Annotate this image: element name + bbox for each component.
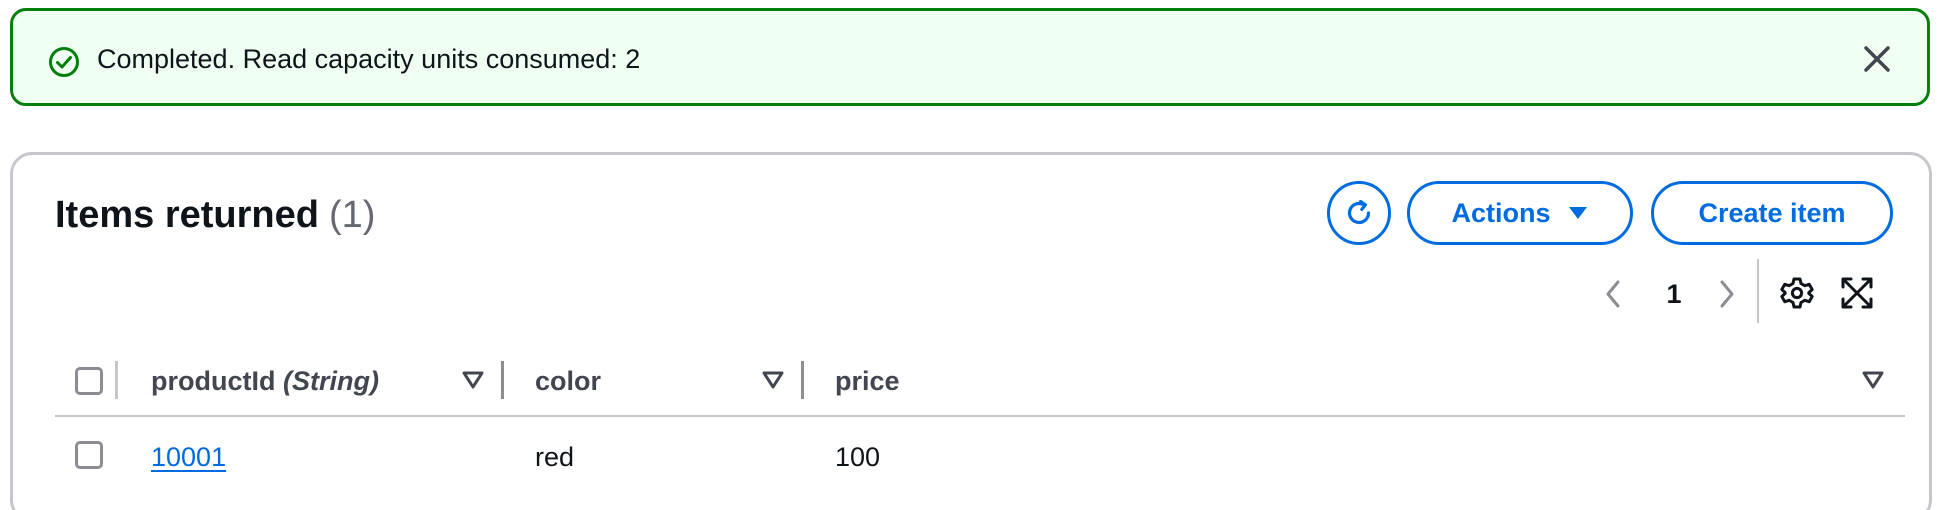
column-header-price[interactable]: price bbox=[835, 363, 900, 399]
previous-page-button[interactable] bbox=[1599, 273, 1627, 315]
refresh-button[interactable] bbox=[1327, 181, 1391, 245]
pagination-divider bbox=[1757, 259, 1759, 323]
heading-title: Items returned bbox=[55, 194, 319, 236]
create-item-button[interactable]: Create item bbox=[1651, 181, 1893, 245]
preferences-button[interactable] bbox=[1777, 273, 1817, 313]
items-returned-heading: Items returned (1) bbox=[55, 191, 375, 239]
angle-right-icon bbox=[1713, 280, 1741, 318]
caret-down-icon bbox=[1567, 198, 1589, 229]
filter-color-button[interactable] bbox=[761, 369, 785, 391]
dismiss-button[interactable] bbox=[1857, 39, 1897, 79]
column-divider bbox=[115, 361, 118, 399]
select-all-checkbox[interactable] bbox=[75, 367, 103, 395]
actions-label: Actions bbox=[1451, 197, 1551, 228]
gear-icon bbox=[1777, 277, 1817, 316]
heading-count: (1) bbox=[328, 194, 376, 236]
dynamodb-explore-items-page: Completed. Read capacity units consumed:… bbox=[0, 0, 1956, 510]
filter-productid-button[interactable] bbox=[461, 369, 485, 391]
column-resizer[interactable] bbox=[501, 361, 504, 399]
full-screen-button[interactable] bbox=[1837, 273, 1877, 313]
column-name: productId bbox=[151, 366, 276, 396]
page-1-button[interactable]: 1 bbox=[1649, 273, 1699, 315]
flash-message: Completed. Read capacity units consumed:… bbox=[97, 44, 641, 74]
angle-left-icon bbox=[1599, 280, 1627, 318]
column-header-productid[interactable]: productId (String) bbox=[151, 363, 379, 399]
status-success-icon bbox=[47, 45, 81, 79]
table-header: productId (String) color price bbox=[55, 349, 1905, 417]
filter-triangle-icon bbox=[461, 371, 485, 394]
items-returned-container: Items returned (1) Actions Create item 1… bbox=[10, 152, 1932, 510]
next-page-button[interactable] bbox=[1713, 273, 1741, 315]
table-row: 10001 red 100 bbox=[55, 417, 1905, 497]
success-flashbar: Completed. Read capacity units consumed:… bbox=[10, 8, 1930, 106]
column-header-color[interactable]: color bbox=[535, 363, 601, 399]
color-cell: red bbox=[535, 442, 575, 472]
price-cell: 100 bbox=[835, 442, 881, 472]
filter-price-button[interactable] bbox=[1861, 369, 1885, 391]
filter-triangle-icon bbox=[761, 371, 785, 394]
actions-dropdown-button[interactable]: Actions bbox=[1407, 181, 1633, 245]
filter-triangle-icon bbox=[1861, 371, 1885, 394]
close-icon bbox=[1857, 46, 1897, 82]
expand-icon bbox=[1837, 277, 1877, 316]
column-type: (String) bbox=[283, 366, 379, 396]
row-select-checkbox[interactable] bbox=[75, 441, 103, 469]
productid-link[interactable]: 10001 bbox=[151, 439, 226, 475]
column-resizer[interactable] bbox=[801, 361, 804, 399]
